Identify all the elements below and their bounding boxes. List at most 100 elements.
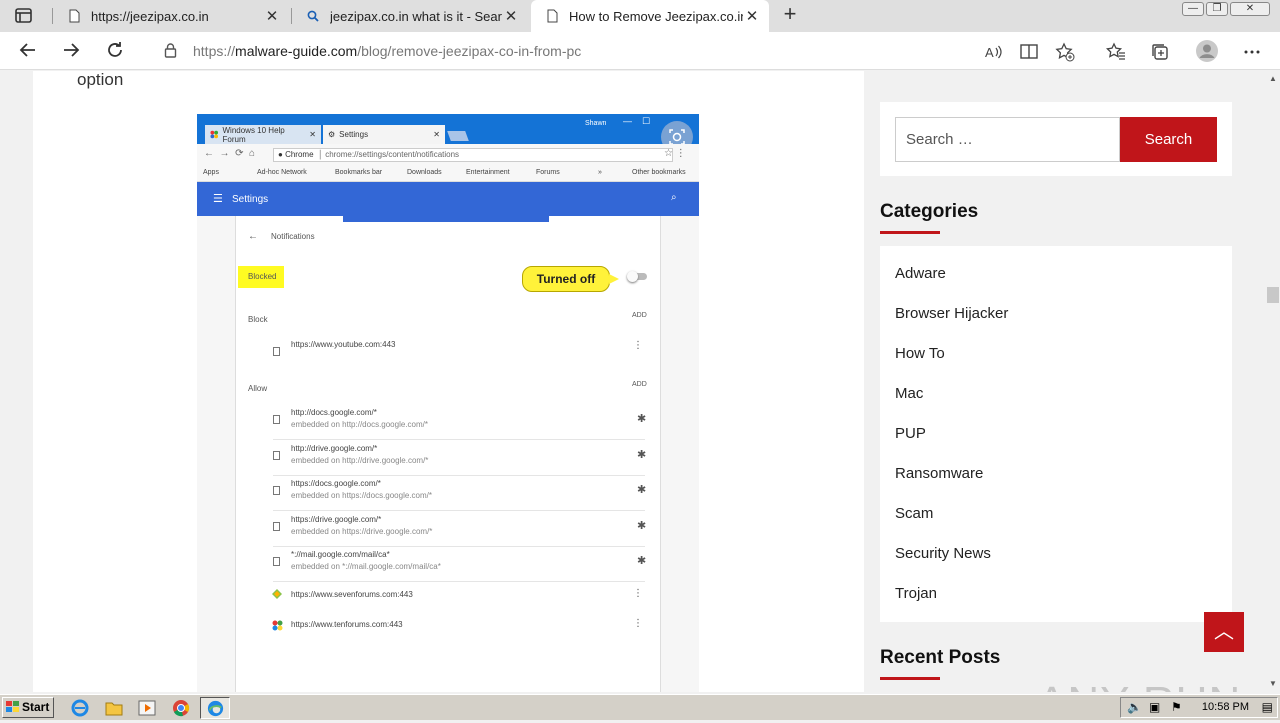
ie-icon[interactable] (70, 698, 90, 718)
site-url: https://drive.google.com/* (291, 515, 382, 524)
tab-title: jeezipax.co.in what is it - Search (330, 8, 502, 24)
screenshot-profile: Shawn (585, 120, 607, 127)
divider (273, 475, 645, 476)
tab-close-button[interactable]: ✕ (263, 7, 281, 25)
divider (273, 439, 645, 440)
read-aloud-icon[interactable]: A (984, 42, 1004, 62)
category-link-ransomware[interactable]: Ransomware (895, 465, 983, 482)
file-icon (273, 451, 280, 460)
tab-how-to-remove[interactable]: How to Remove Jeezipax.co.in f ✕ (531, 0, 769, 32)
show-desktop-icon[interactable]: ▤ (1262, 700, 1273, 714)
puzzle-icon: ✱ (637, 555, 647, 567)
screenshot-omnibox: ● Chrome │ chrome://settings/content/not… (273, 148, 673, 162)
refresh-icon[interactable] (104, 40, 126, 62)
tab-close-button[interactable]: ✕ (502, 7, 520, 25)
minimize-button[interactable]: — (1182, 2, 1204, 16)
scroll-to-top-button[interactable]: ︿ (1204, 612, 1244, 652)
allow-site-row: https://docs.google.com/* embedded on htt… (273, 477, 623, 513)
bookmark-item: Apps (203, 169, 219, 176)
tab-search[interactable]: jeezipax.co.in what is it - Search ✕ (292, 0, 528, 32)
vertical-scrollbar[interactable]: ▲ ▼ (1266, 71, 1280, 692)
scroll-down-arrow-icon[interactable]: ▼ (1269, 679, 1277, 688)
site-url: https://www.youtube.com:443 (291, 340, 396, 349)
tab-strip: https://jeezipax.co.in ✕ jeezipax.co.in … (0, 0, 1280, 32)
sevenforums-logo-icon (272, 589, 282, 599)
immersive-reader-icon[interactable] (1019, 42, 1039, 62)
bookmark-item: Bookmarks bar (335, 169, 383, 176)
system-tray: 🔈 ▣ ⚑ 10:58 PM ▤ (1120, 697, 1278, 718)
profile-avatar[interactable] (1196, 40, 1218, 62)
lock-icon[interactable] (164, 43, 177, 63)
gear-icon: ⚙ (328, 130, 336, 139)
categories-list: Adware Browser Hijacker How To Mac PUP R… (880, 246, 1232, 622)
turned-off-callout: Turned off (522, 266, 619, 292)
category-link-pup[interactable]: PUP (895, 425, 926, 442)
forward-icon[interactable] (60, 40, 82, 62)
clock: 10:58 PM (1201, 701, 1249, 713)
edge-taskbar-button[interactable] (200, 697, 230, 719)
category-link-scam[interactable]: Scam (895, 505, 933, 522)
tab-title: https://jeezipax.co.in (91, 8, 209, 24)
category-link-adware[interactable]: Adware (895, 265, 946, 282)
tab-actions-icon[interactable] (14, 7, 34, 25)
puzzle-icon: ✱ (637, 449, 647, 461)
web-page: option Windows 10 Help Forum ✕ ⚙ Settings… (0, 71, 1266, 692)
network-icon[interactable]: ▣ (1149, 700, 1160, 714)
svg-text:A: A (985, 45, 994, 60)
taskbar: Start 🔈 ▣ ⚑ 10:58 PM ▤ (0, 694, 1280, 720)
allow-site-row: http://drive.google.com/* embedded on htt… (273, 442, 623, 478)
tab-jeezipax[interactable]: https://jeezipax.co.in ✕ (53, 0, 289, 32)
search-button[interactable]: Search (1120, 117, 1217, 162)
close-window-button[interactable]: ✕ (1230, 2, 1270, 16)
site-url: https://docs.google.com/* (291, 479, 381, 488)
collections-icon[interactable] (1150, 42, 1170, 62)
screenshot-nav-icons: ← → ⟳ ⌂ (204, 148, 256, 159)
chrome-icon[interactable] (171, 698, 191, 718)
edge-icon (207, 700, 224, 717)
category-link-mac[interactable]: Mac (895, 385, 923, 402)
flag-icon[interactable]: ⚑ (1171, 700, 1182, 714)
tab-close-button[interactable]: ✕ (743, 7, 761, 25)
blocked-highlight: Blocked (238, 266, 284, 288)
search-input[interactable]: Search … (895, 117, 1120, 162)
start-button[interactable]: Start (2, 697, 54, 718)
screenshot-tab-title: Windows 10 Help Forum (222, 125, 285, 144)
screenshot-header-title: Settings (232, 194, 269, 205)
tab-title: How to Remove Jeezipax.co.in f (569, 8, 743, 24)
bookmark-item: Entertainment (466, 169, 510, 176)
bookmark-item: Forums (536, 169, 560, 176)
page-icon (67, 8, 81, 24)
site-sub: embedded on *://mail.google.com/mail/ca* (291, 562, 441, 571)
kebab-icon: ⋮ (633, 618, 643, 629)
category-link-trojan[interactable]: Trojan (895, 585, 937, 602)
site-sub: embedded on https://drive.google.com/* (291, 527, 433, 536)
bookmark-item: Ad-hoc Network (257, 169, 307, 176)
start-label: Start (22, 700, 50, 714)
screenshot-tab: Windows 10 Help Forum ✕ (205, 125, 321, 144)
category-link-security-news[interactable]: Security News (895, 545, 991, 562)
puzzle-icon: ✱ (637, 484, 647, 496)
screenshot-page-title: Notifications (271, 232, 315, 241)
volume-icon[interactable]: 🔈 (1127, 700, 1142, 714)
scrollbar-thumb[interactable] (1267, 287, 1279, 303)
address-bar[interactable]: https://malware-guide.com/blog/remove-je… (146, 36, 1086, 66)
search-icon (306, 8, 320, 24)
add-favorite-icon[interactable] (1055, 42, 1075, 62)
folder-icon[interactable] (104, 698, 124, 718)
favorites-icon[interactable] (1105, 42, 1126, 62)
site-sub: embedded on http://drive.google.com/* (291, 456, 429, 465)
category-link-browser-hijacker[interactable]: Browser Hijacker (895, 305, 1008, 322)
new-tab-button[interactable]: + (779, 3, 801, 26)
more-options-icon[interactable] (1242, 42, 1262, 62)
allow-site-row: http://docs.google.com/* embedded on http… (273, 406, 623, 442)
restore-button[interactable]: ❐ (1206, 2, 1228, 16)
windows-logo-icon (6, 700, 20, 712)
scroll-up-arrow-icon[interactable]: ▲ (1269, 74, 1277, 83)
category-link-how-to[interactable]: How To (895, 345, 945, 362)
media-player-icon[interactable] (137, 698, 157, 718)
page-icon (545, 8, 559, 24)
categories-heading: Categories (880, 201, 979, 234)
back-icon[interactable] (17, 40, 39, 62)
kebab-icon: ⋮ (633, 588, 643, 599)
screenshot-window-controls: — ☐ (623, 116, 661, 126)
